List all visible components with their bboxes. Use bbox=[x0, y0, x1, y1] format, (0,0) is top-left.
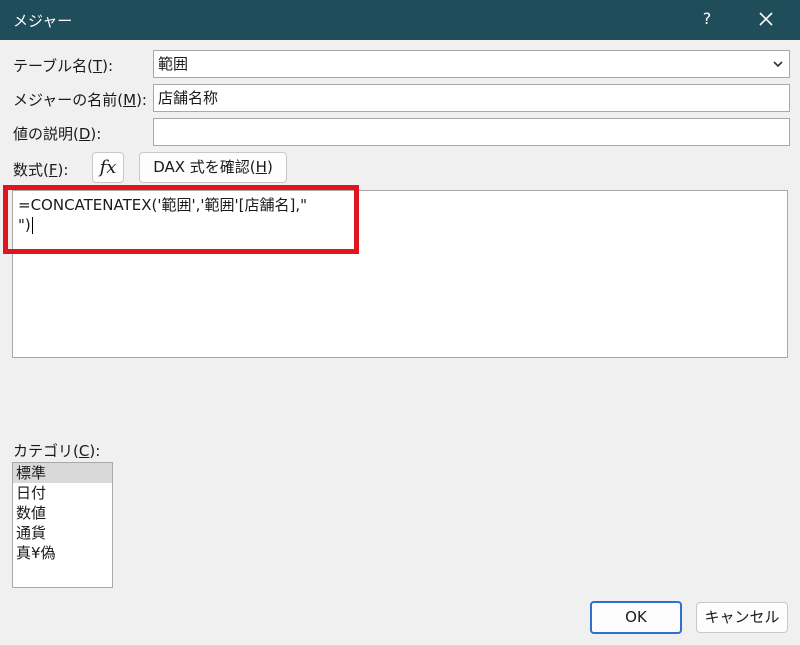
measure-name-value: 店舗名称 bbox=[158, 89, 219, 107]
fx-icon: fx bbox=[99, 157, 117, 178]
table-name-value: 範囲 bbox=[158, 55, 189, 73]
help-button[interactable]: ? bbox=[694, 6, 720, 32]
table-name-label: テーブル名(T): bbox=[13, 57, 114, 75]
table-name-select[interactable]: 範囲 bbox=[153, 50, 790, 78]
category-item[interactable]: 標準 bbox=[13, 463, 112, 483]
measure-name-input[interactable]: 店舗名称 bbox=[153, 84, 790, 112]
formula-line-1: =CONCATENATEX('範囲','範囲'[店舗名]," bbox=[18, 196, 307, 214]
cancel-button[interactable]: キャンセル bbox=[696, 602, 788, 633]
text-caret bbox=[31, 217, 33, 234]
category-item[interactable]: 数値 bbox=[13, 503, 112, 523]
category-item[interactable]: 真¥偽 bbox=[13, 543, 112, 563]
check-dax-button[interactable]: DAX 式を確認(H) bbox=[139, 152, 287, 183]
close-button[interactable] bbox=[752, 6, 780, 32]
category-label: カテゴリ(C): bbox=[13, 442, 101, 460]
description-label: 値の説明(D): bbox=[13, 125, 102, 143]
chevron-down-icon bbox=[773, 61, 783, 68]
insert-function-button[interactable]: fx bbox=[92, 152, 124, 183]
ok-button[interactable]: OK bbox=[590, 601, 682, 634]
category-list[interactable]: 標準 日付 数値 通貨 真¥偽 bbox=[12, 462, 113, 588]
formula-label: 数式(F): bbox=[13, 161, 69, 179]
formula-line-2: ") bbox=[18, 216, 33, 234]
category-item[interactable]: 通貨 bbox=[13, 523, 112, 543]
description-input[interactable] bbox=[153, 118, 790, 146]
title-bar: メジャー ? bbox=[0, 0, 800, 40]
category-item[interactable]: 日付 bbox=[13, 483, 112, 503]
dialog-title: メジャー bbox=[13, 12, 73, 30]
measure-name-label: メジャーの名前(M): bbox=[13, 91, 147, 109]
formula-editor[interactable]: =CONCATENATEX('範囲','範囲'[店舗名]," ") bbox=[12, 190, 788, 358]
close-icon bbox=[759, 12, 773, 26]
